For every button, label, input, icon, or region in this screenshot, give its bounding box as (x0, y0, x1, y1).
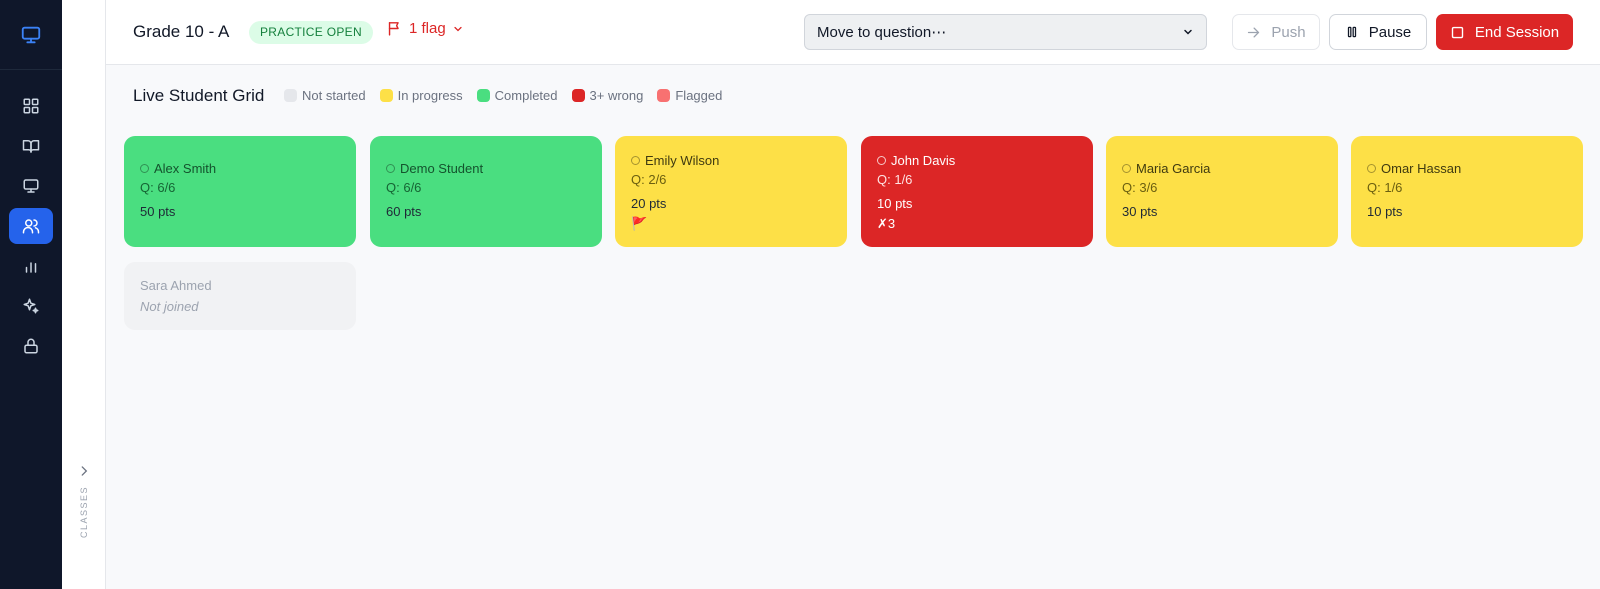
student-name: Omar Hassan (1381, 161, 1462, 176)
grid-icon (23, 98, 39, 114)
legend-label: 3+ wrong (589, 88, 644, 103)
student-card[interactable]: Maria Garcia Q: 3/6 30 pts (1106, 136, 1338, 247)
app-logo[interactable] (0, 0, 62, 70)
nav-dashboard[interactable] (9, 88, 53, 124)
student-progress: Q: 1/6 (877, 172, 913, 187)
expand-classes-button[interactable] (75, 462, 93, 480)
legend-label: In progress (397, 88, 463, 103)
status-dot-icon (140, 164, 149, 173)
classes-rail-label: CLASSES (79, 485, 89, 539)
legend-swatch (379, 89, 393, 102)
student-card[interactable]: John Davis Q: 1/6 10 pts ✗3 (861, 136, 1093, 247)
nav-analytics[interactable] (9, 248, 53, 284)
student-name-row: Emily Wilson (631, 153, 831, 168)
student-status: Not joined (140, 299, 199, 314)
push-button[interactable]: Push (1232, 14, 1320, 50)
flags-count: 1 flag (409, 20, 446, 37)
student-progress: Q: 6/6 (386, 180, 422, 195)
student-name-row: Maria Garcia (1122, 161, 1322, 176)
legend-swatch (284, 89, 297, 102)
pause-label: Pause (1368, 23, 1412, 41)
chevron-right-icon (81, 466, 88, 476)
legend-flagged: Flagged (657, 88, 722, 103)
classes-rail: CLASSES (62, 0, 106, 589)
chevron-down-icon (454, 26, 462, 31)
push-label: Push (1271, 23, 1306, 41)
legend-swatch (657, 89, 671, 102)
legend-label: Completed (494, 88, 558, 103)
status-dot-icon (877, 156, 886, 165)
student-card[interactable]: Alex Smith Q: 6/6 50 pts (124, 136, 356, 247)
student-points: 20 pts (631, 196, 667, 211)
pause-icon (1347, 26, 1356, 38)
legend-completed: Completed (476, 88, 558, 103)
wrong-count: ✗3 (877, 216, 896, 231)
users-icon (22, 219, 40, 234)
arrow-right-icon (1248, 27, 1260, 37)
status-badge: PRACTICE OPEN (249, 21, 373, 44)
grid-title: Live Student Grid (133, 86, 265, 105)
student-progress: Q: 3/6 (1122, 180, 1158, 195)
nav-security[interactable] (9, 328, 53, 364)
legend-swatch (571, 89, 585, 102)
student-progress: Q: 1/6 (1367, 180, 1403, 195)
class-title: Grade 10 - A (133, 22, 230, 41)
student-points: 50 pts (140, 204, 176, 219)
student-points: 60 pts (386, 204, 422, 219)
student-name: Maria Garcia (1136, 161, 1211, 176)
student-card[interactable]: Sara Ahmed Not joined (124, 262, 356, 330)
legend-not-started: Not started (284, 88, 366, 103)
student-card[interactable]: Emily Wilson Q: 2/6 20 pts 🚩 (615, 136, 847, 247)
monitor-icon (23, 179, 39, 193)
nav-students[interactable] (9, 208, 53, 244)
legend-in-progress: In progress (379, 88, 463, 103)
move-select-value: Move to question⋯ (817, 24, 947, 41)
student-name: Sara Ahmed (140, 278, 212, 293)
status-legend: Not started In progress Completed 3+ wro… (284, 88, 736, 103)
student-name-row: Omar Hassan (1367, 161, 1567, 176)
student-name-row: John Davis (877, 153, 1077, 168)
end-session-button[interactable]: End Session (1436, 14, 1573, 50)
legend-label: Flagged (675, 88, 723, 103)
status-dot-icon (386, 164, 395, 173)
student-points: 30 pts (1122, 204, 1158, 219)
student-name: Demo Student (400, 161, 484, 176)
chevron-down-icon (1184, 29, 1192, 35)
status-dot-icon (1367, 164, 1376, 173)
lock-icon (24, 338, 38, 354)
status-dot-icon (631, 156, 640, 165)
move-to-question-select[interactable]: Move to question⋯ (804, 14, 1207, 50)
nav-present[interactable] (9, 168, 53, 204)
legend-label: Not started (302, 88, 366, 103)
student-points: 10 pts (1367, 204, 1403, 219)
stop-icon (1451, 26, 1464, 38)
student-points: 10 pts (877, 196, 913, 211)
bar-chart-icon (25, 262, 37, 273)
student-card[interactable]: Omar Hassan Q: 1/6 10 pts (1351, 136, 1583, 247)
flag-icon (388, 22, 399, 36)
nav-library[interactable] (9, 128, 53, 164)
book-open-icon (22, 140, 40, 153)
monitor-icon (21, 26, 41, 43)
status-dot-icon (1122, 164, 1131, 173)
student-progress: Q: 2/6 (631, 172, 667, 187)
student-name: John Davis (891, 153, 956, 168)
legend-3-wrong: 3+ wrong (571, 88, 644, 103)
student-name-row: Demo Student (386, 161, 586, 176)
student-name-row: Alex Smith (140, 161, 340, 176)
legend-swatch (476, 89, 490, 102)
student-card[interactable]: Demo Student Q: 6/6 60 pts (370, 136, 602, 247)
nav-ai[interactable] (9, 288, 53, 324)
student-name: Alex Smith (154, 161, 217, 176)
student-progress: Q: 6/6 (140, 180, 176, 195)
pause-button[interactable]: Pause (1329, 14, 1427, 50)
flag-marker-icon: 🚩 (631, 216, 648, 231)
session-header: Grade 10 - A PRACTICE OPEN 1 flag Move t… (106, 0, 1600, 65)
flags-dropdown[interactable]: 1 flag (386, 20, 464, 37)
student-name: Emily Wilson (645, 153, 720, 168)
sparkles-icon (23, 298, 39, 314)
sidebar (0, 0, 62, 589)
end-session-label: End Session (1474, 23, 1560, 41)
